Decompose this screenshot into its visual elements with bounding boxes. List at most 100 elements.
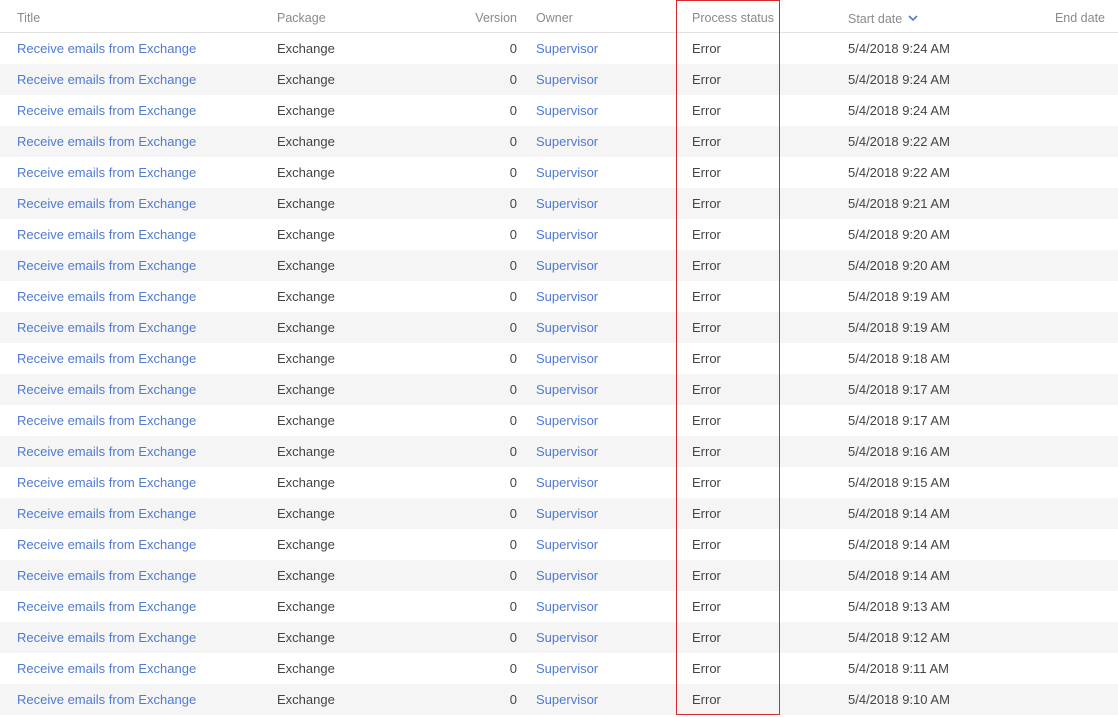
table-row[interactable]: Receive emails from Exchange Exchange 0 Sup… [0, 95, 1118, 126]
status-cell: Error [692, 134, 721, 149]
title-link[interactable]: Receive emails from Exchange [17, 320, 196, 335]
column-header-end-date[interactable]: End date [1010, 11, 1105, 25]
owner-link[interactable]: Supervisor [536, 444, 598, 459]
table-row[interactable]: Receive emails from Exchange Exchange 0 Sup… [0, 467, 1118, 498]
table-row[interactable]: Receive emails from Exchange Exchange 0 Sup… [0, 684, 1118, 715]
start-date-cell: 5/4/2018 9:24 AM [848, 103, 950, 118]
version-cell: 0 [509, 134, 517, 149]
owner-link[interactable]: Supervisor [536, 134, 598, 149]
table-row[interactable]: Receive emails from Exchange Exchange 0 Sup… [0, 622, 1118, 653]
owner-link[interactable]: Supervisor [536, 351, 598, 366]
column-header-version[interactable]: Version [440, 11, 517, 25]
title-link[interactable]: Receive emails from Exchange [17, 258, 196, 273]
owner-link[interactable]: Supervisor [536, 537, 598, 552]
title-link[interactable]: Receive emails from Exchange [17, 289, 196, 304]
title-link[interactable]: Receive emails from Exchange [17, 692, 196, 707]
title-link[interactable]: Receive emails from Exchange [17, 661, 196, 676]
package-cell: Exchange [277, 475, 335, 490]
owner-link[interactable]: Supervisor [536, 165, 598, 180]
chevron-down-icon[interactable] [908, 11, 918, 25]
table-row[interactable]: Receive emails from Exchange Exchange 0 Sup… [0, 126, 1118, 157]
title-link[interactable]: Receive emails from Exchange [17, 413, 196, 428]
owner-link[interactable]: Supervisor [536, 413, 598, 428]
table-row[interactable]: Receive emails from Exchange Exchange 0 Sup… [0, 529, 1118, 560]
column-header-owner[interactable]: Owner [536, 11, 573, 25]
status-cell: Error [692, 537, 721, 552]
table-row[interactable]: Receive emails from Exchange Exchange 0 Sup… [0, 653, 1118, 684]
status-cell: Error [692, 599, 721, 614]
owner-link[interactable]: Supervisor [536, 258, 598, 273]
title-link[interactable]: Receive emails from Exchange [17, 630, 196, 645]
status-cell: Error [692, 227, 721, 242]
table-row[interactable]: Receive emails from Exchange Exchange 0 Sup… [0, 498, 1118, 529]
owner-link[interactable]: Supervisor [536, 289, 598, 304]
table-row[interactable]: Receive emails from Exchange Exchange 0 Sup… [0, 250, 1118, 281]
owner-link[interactable]: Supervisor [536, 320, 598, 335]
package-cell: Exchange [277, 320, 335, 335]
title-link[interactable]: Receive emails from Exchange [17, 227, 196, 242]
package-cell: Exchange [277, 351, 335, 366]
column-header-title[interactable]: Title [17, 11, 40, 25]
title-link[interactable]: Receive emails from Exchange [17, 134, 196, 149]
owner-link[interactable]: Supervisor [536, 630, 598, 645]
version-cell: 0 [509, 506, 517, 521]
owner-link[interactable]: Supervisor [536, 382, 598, 397]
package-cell: Exchange [277, 134, 335, 149]
title-link[interactable]: Receive emails from Exchange [17, 506, 196, 521]
title-link[interactable]: Receive emails from Exchange [17, 196, 196, 211]
title-link[interactable]: Receive emails from Exchange [17, 351, 196, 366]
start-date-cell: 5/4/2018 9:22 AM [848, 134, 950, 149]
package-cell: Exchange [277, 692, 335, 707]
table-row[interactable]: Receive emails from Exchange Exchange 0 Sup… [0, 219, 1118, 250]
version-cell: 0 [509, 289, 517, 304]
table-row[interactable]: Receive emails from Exchange Exchange 0 Sup… [0, 374, 1118, 405]
owner-link[interactable]: Supervisor [536, 599, 598, 614]
package-cell: Exchange [277, 413, 335, 428]
package-cell: Exchange [277, 661, 335, 676]
table-row[interactable]: Receive emails from Exchange Exchange 0 Sup… [0, 157, 1118, 188]
table-row[interactable]: Receive emails from Exchange Exchange 0 Sup… [0, 591, 1118, 622]
table-row[interactable]: Receive emails from Exchange Exchange 0 Sup… [0, 33, 1118, 64]
owner-link[interactable]: Supervisor [536, 196, 598, 211]
column-header-package[interactable]: Package [277, 11, 326, 25]
start-date-cell: 5/4/2018 9:22 AM [848, 165, 950, 180]
package-cell: Exchange [277, 382, 335, 397]
table-row[interactable]: Receive emails from Exchange Exchange 0 Sup… [0, 405, 1118, 436]
title-link[interactable]: Receive emails from Exchange [17, 165, 196, 180]
package-cell: Exchange [277, 289, 335, 304]
owner-link[interactable]: Supervisor [536, 661, 598, 676]
package-cell: Exchange [277, 41, 335, 56]
title-link[interactable]: Receive emails from Exchange [17, 599, 196, 614]
table-row[interactable]: Receive emails from Exchange Exchange 0 Sup… [0, 64, 1118, 95]
owner-link[interactable]: Supervisor [536, 692, 598, 707]
owner-link[interactable]: Supervisor [536, 568, 598, 583]
title-link[interactable]: Receive emails from Exchange [17, 41, 196, 56]
title-link[interactable]: Receive emails from Exchange [17, 382, 196, 397]
version-cell: 0 [509, 165, 517, 180]
title-link[interactable]: Receive emails from Exchange [17, 475, 196, 490]
owner-link[interactable]: Supervisor [536, 475, 598, 490]
grid-body: Receive emails from Exchange Exchange 0 Sup… [0, 33, 1118, 715]
table-row[interactable]: Receive emails from Exchange Exchange 0 Sup… [0, 312, 1118, 343]
column-header-process-status[interactable]: Process status [692, 11, 774, 25]
package-cell: Exchange [277, 103, 335, 118]
title-link[interactable]: Receive emails from Exchange [17, 444, 196, 459]
title-link[interactable]: Receive emails from Exchange [17, 103, 196, 118]
owner-link[interactable]: Supervisor [536, 227, 598, 242]
owner-link[interactable]: Supervisor [536, 72, 598, 87]
start-date-cell: 5/4/2018 9:10 AM [848, 692, 950, 707]
title-link[interactable]: Receive emails from Exchange [17, 568, 196, 583]
title-link[interactable]: Receive emails from Exchange [17, 72, 196, 87]
table-row[interactable]: Receive emails from Exchange Exchange 0 Sup… [0, 560, 1118, 591]
table-row[interactable]: Receive emails from Exchange Exchange 0 Sup… [0, 281, 1118, 312]
table-row[interactable]: Receive emails from Exchange Exchange 0 Sup… [0, 188, 1118, 219]
owner-link[interactable]: Supervisor [536, 41, 598, 56]
version-cell: 0 [509, 41, 517, 56]
column-header-start-date[interactable]: Start date [848, 11, 918, 26]
title-link[interactable]: Receive emails from Exchange [17, 537, 196, 552]
table-row[interactable]: Receive emails from Exchange Exchange 0 Sup… [0, 343, 1118, 374]
owner-link[interactable]: Supervisor [536, 103, 598, 118]
owner-link[interactable]: Supervisor [536, 506, 598, 521]
table-row[interactable]: Receive emails from Exchange Exchange 0 Sup… [0, 436, 1118, 467]
start-date-cell: 5/4/2018 9:14 AM [848, 537, 950, 552]
